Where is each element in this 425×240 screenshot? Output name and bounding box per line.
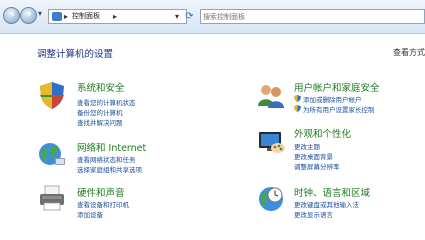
link-devices-printers[interactable]: 查看设备和打印机 [77, 199, 129, 209]
back-arrow-icon: ‹ [10, 6, 15, 20]
link-change-display-language[interactable]: 更改显示语言 [294, 209, 333, 219]
breadcrumb[interactable]: ▸ 控制面板 ▸ ▾ [48, 9, 187, 24]
refresh-button[interactable]: ⟳ [181, 9, 198, 24]
link-change-input-method[interactable]: 更改键盘或其他输入法 [294, 199, 359, 209]
link-view-computer-status[interactable]: 查看您的计算机状态 [77, 97, 136, 107]
address-bar: ‹ › ▾ ▸ 控制面板 ▸ ▾ ⟳ [0, 0, 425, 34]
search-box[interactable] [200, 9, 425, 24]
link-troubleshoot[interactable]: 查找并解决问题 [77, 117, 123, 127]
breadcrumb-separator-icon[interactable]: ▸ [64, 10, 68, 23]
clock-globe-icon [259, 187, 283, 211]
users-icon [258, 85, 284, 108]
link-parental-controls[interactable]: 为所有用户设置家长控制 [303, 104, 375, 114]
category-hardware-sound: 硬件和声音 查看设备和打印机 添加设备 [37, 183, 207, 223]
category-title-network[interactable]: 网络和 Internet [77, 140, 146, 154]
refresh-icon: ⟳ [185, 11, 194, 22]
breadcrumb-separator-icon[interactable]: ▸ [113, 10, 117, 23]
forward-button[interactable]: › [20, 6, 37, 24]
category-title-clock-region[interactable]: 时钟、语言和区域 [294, 185, 370, 199]
category-appearance: 外观和个性化 更改主题 更改桌面背景 调整屏幕分辨率 [256, 126, 425, 176]
link-add-remove-accounts[interactable]: 添加或删除用户帐户 [303, 94, 362, 104]
view-by-label: 查看方式 [393, 48, 425, 57]
uac-shield-icon [294, 105, 301, 112]
page-title: 调整计算机的设置 [37, 49, 114, 60]
link-add-device[interactable]: 添加设备 [77, 209, 103, 219]
back-button[interactable]: ‹ [3, 6, 20, 24]
category-title-hardware-sound[interactable]: 硬件和声音 [77, 185, 125, 199]
category-user-accounts: 用户帐户和家庭安全 添加或删除用户帐户 为所有用户设置家长控制 [256, 80, 425, 125]
link-screen-resolution[interactable]: 调整屏幕分辨率 [294, 161, 340, 171]
category-title-user-accounts[interactable]: 用户帐户和家庭安全 [294, 80, 380, 94]
link-change-theme[interactable]: 更改主题 [294, 141, 320, 151]
search-input[interactable] [203, 11, 403, 22]
category-clock-region: 时钟、语言和区域 更改键盘或其他输入法 更改显示语言 [256, 183, 425, 223]
control-panel-icon [52, 12, 62, 21]
link-change-background[interactable]: 更改桌面背景 [294, 151, 333, 161]
link-homegroup-sharing[interactable]: 选择家庭组和共享选项 [77, 164, 142, 174]
breadcrumb-dropdown-icon[interactable]: ▾ [175, 10, 179, 23]
link-backup-computer[interactable]: 备份您的计算机 [77, 107, 123, 117]
globe-network-icon [39, 143, 65, 165]
category-system-security: 系统和安全 查看您的计算机状态 备份您的计算机 查找并解决问题 [37, 80, 207, 127]
printer-icon [40, 185, 64, 211]
uac-shield-icon [294, 95, 301, 102]
breadcrumb-item-control-panel[interactable]: 控制面板 [72, 10, 100, 23]
link-view-network-status[interactable]: 查看网络状态和任务 [77, 154, 136, 164]
category-network: 网络和 Internet 查看网络状态和任务 选择家庭组和共享选项 [37, 140, 207, 180]
history-dropdown-icon[interactable]: ▾ [38, 9, 42, 18]
forward-arrow-icon: › [27, 6, 32, 20]
shield-icon [40, 82, 64, 109]
category-title-system-security[interactable]: 系统和安全 [77, 80, 125, 94]
monitor-palette-icon [259, 132, 285, 153]
category-title-appearance[interactable]: 外观和个性化 [294, 126, 351, 140]
